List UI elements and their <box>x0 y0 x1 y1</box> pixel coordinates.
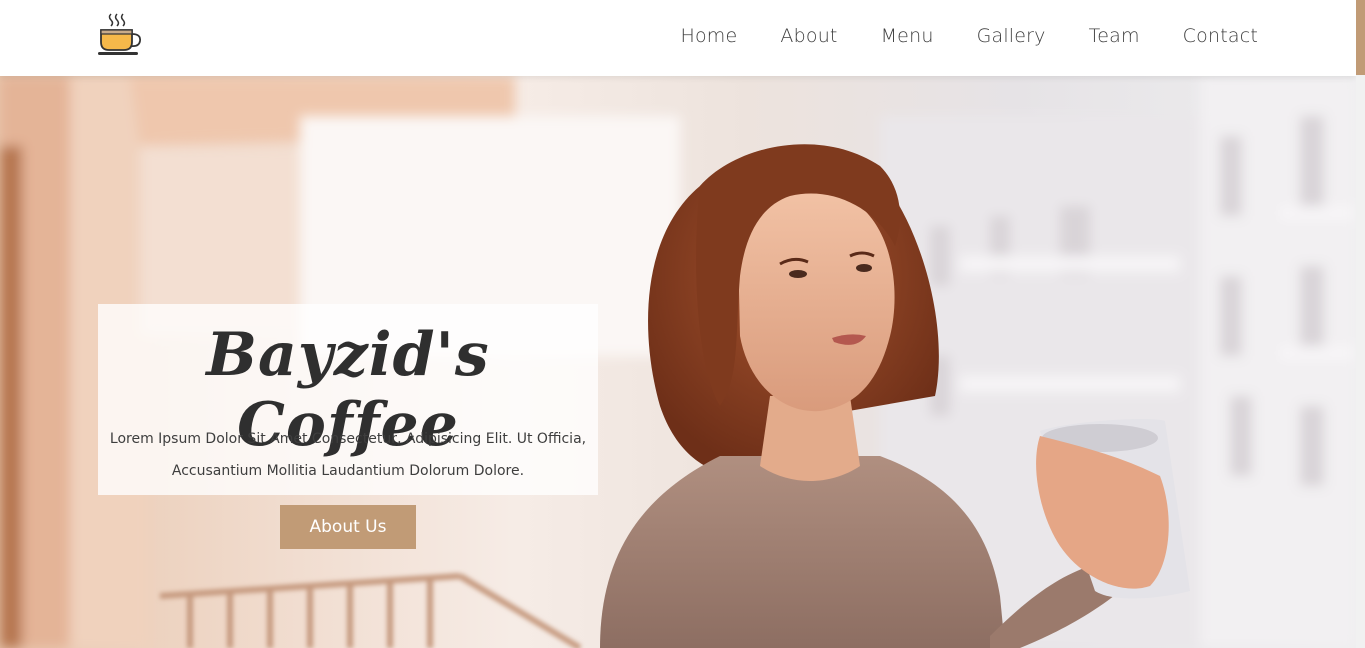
nav-menu[interactable]: Menu <box>881 24 934 48</box>
nav-gallery[interactable]: Gallery <box>977 24 1046 48</box>
nav-contact[interactable]: Contact <box>1183 24 1258 48</box>
coffee-cup-icon[interactable] <box>96 10 146 60</box>
nav-team[interactable]: Team <box>1089 24 1140 48</box>
hero-title-box: Bayzid's Coffee Lorem Ipsum Dolor Sit Am… <box>98 304 598 495</box>
hero-section: Bayzid's Coffee Lorem Ipsum Dolor Sit Am… <box>0 76 1356 648</box>
page-scrollbar[interactable] <box>1356 0 1365 648</box>
scrollbar-thumb[interactable] <box>1356 0 1365 75</box>
hero-subtitle-line-1: Lorem Ipsum Dolor Sit Amet Consectetur, … <box>109 431 587 447</box>
hero-subtitle: Lorem Ipsum Dolor Sit Amet Consectetur, … <box>98 423 598 487</box>
hero-subtitle-line-2: Accusantium Mollitia Laudantium Dolorum … <box>171 463 525 479</box>
nav-home[interactable]: Home <box>680 24 737 48</box>
about-us-button[interactable]: About Us <box>280 505 416 549</box>
main-nav: Home About Menu Gallery Team Contact <box>637 24 1258 48</box>
site-header: Home About Menu Gallery Team Contact <box>0 0 1356 76</box>
nav-about[interactable]: About <box>780 24 837 48</box>
